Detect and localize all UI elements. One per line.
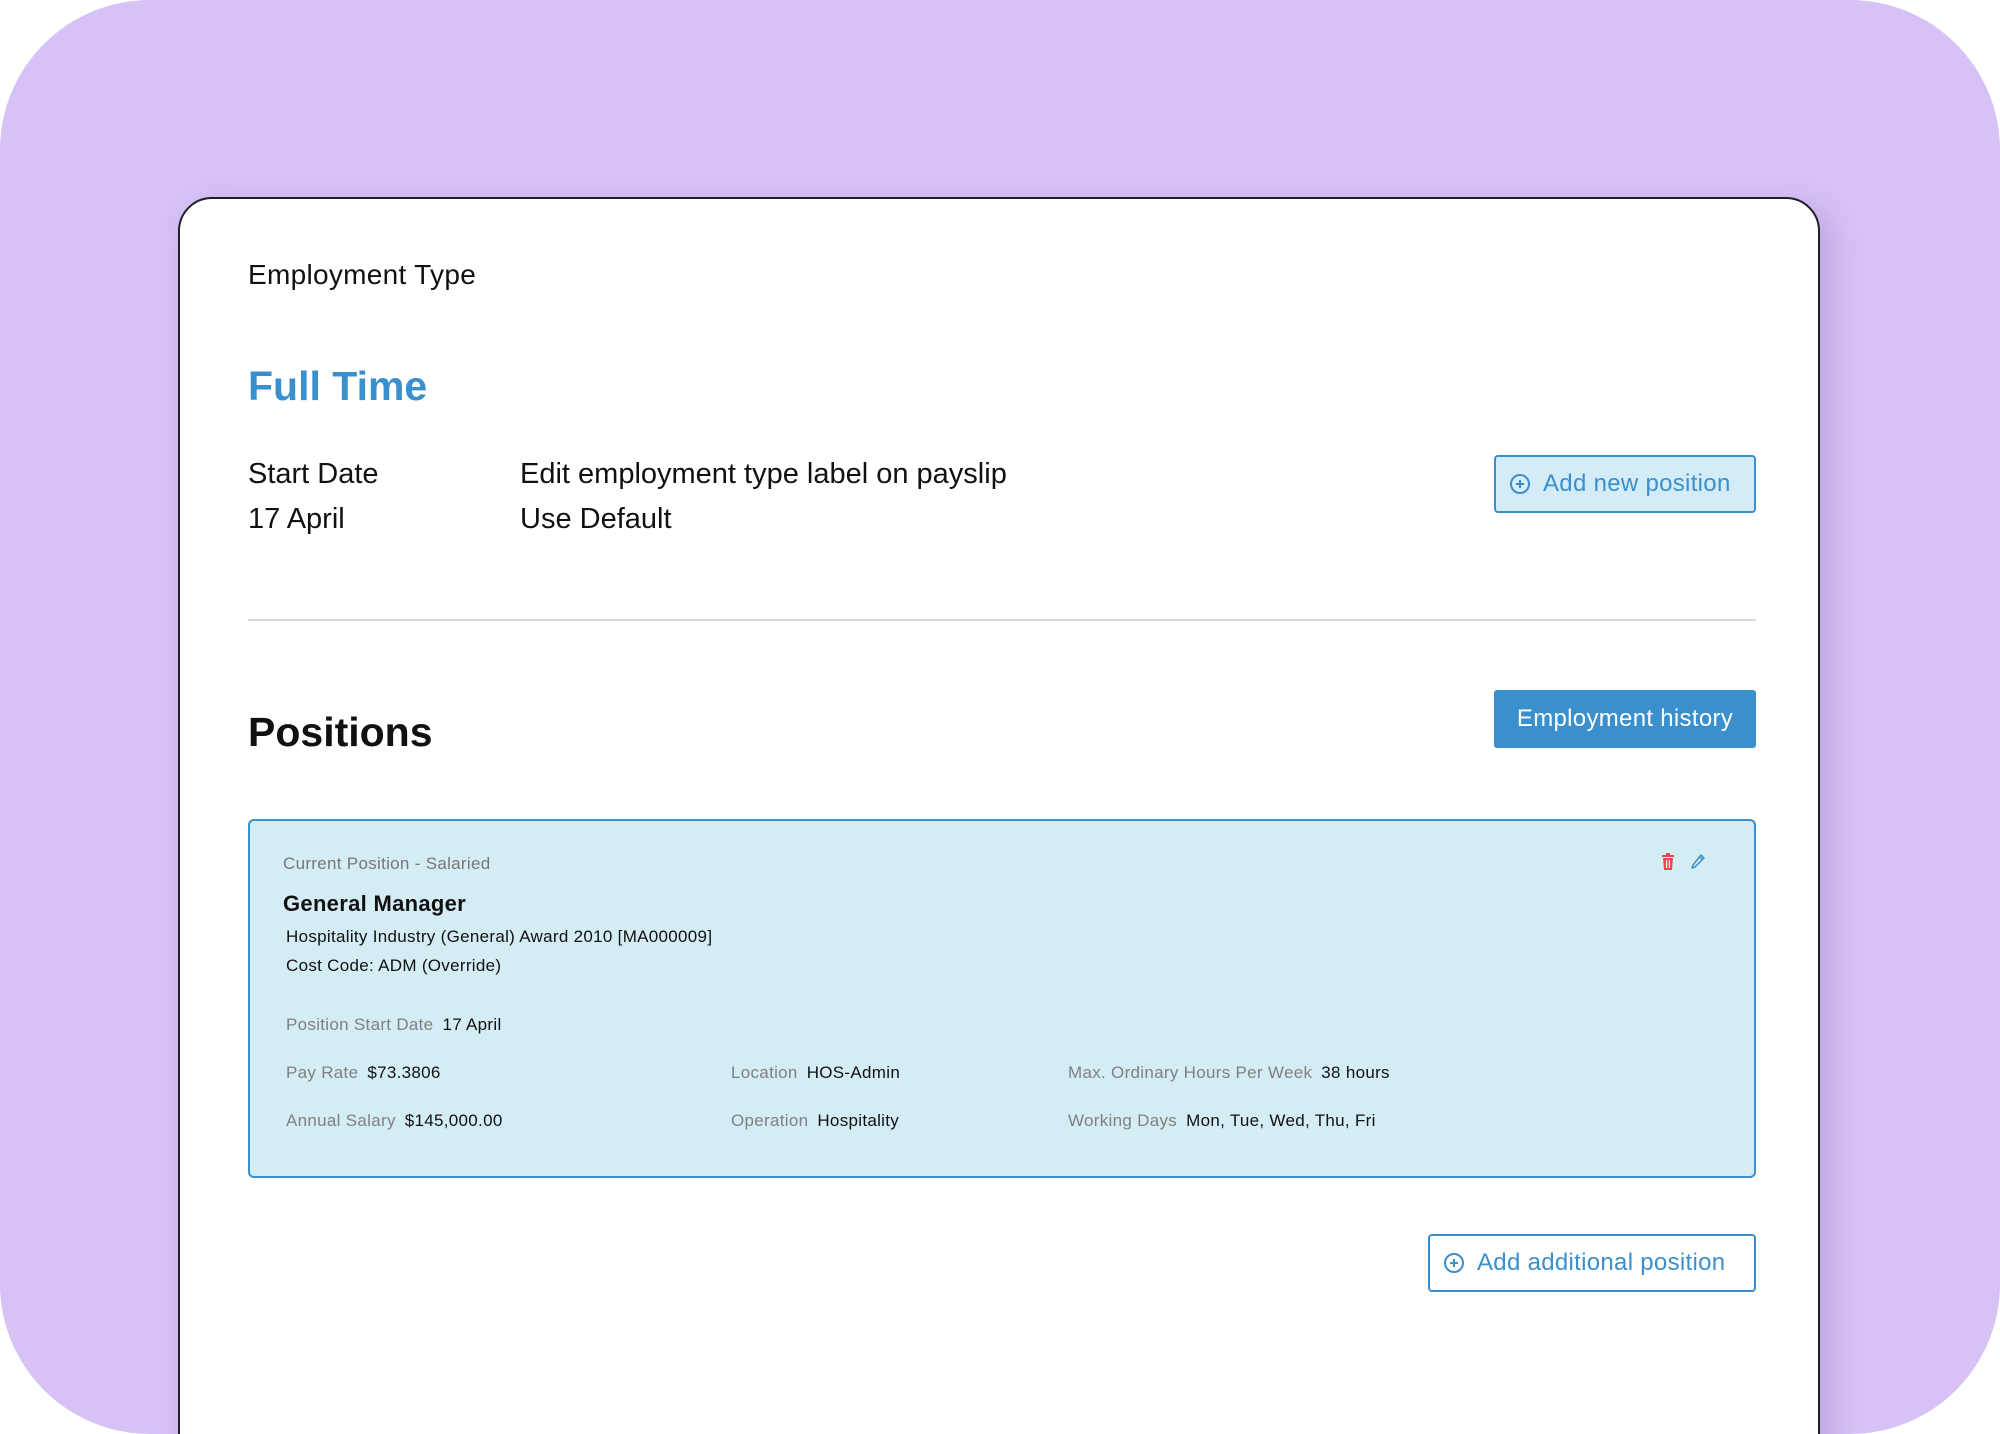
start-date-label: Start Date: [248, 458, 379, 490]
pay-rate-value: $73.3806: [367, 1063, 441, 1082]
working-days-value: Mon, Tue, Wed, Thu, Fri: [1186, 1111, 1376, 1130]
location-value: HOS-Admin: [806, 1063, 901, 1082]
payslip-label-value: Use Default: [520, 503, 672, 535]
plus-circle-icon: [1510, 474, 1530, 494]
location: Location HOS-Admin: [731, 1063, 900, 1083]
position-cost-code: Cost Code: ADM (Override): [286, 956, 502, 975]
employment-history-button[interactable]: Employment history: [1494, 690, 1756, 748]
position-start-date-label: Position Start Date: [286, 1015, 434, 1034]
start-date-value: 17 April: [248, 503, 345, 535]
employment-card: Employment Type Full Time Start Date 17 …: [178, 197, 1820, 1434]
position-start-date: Position Start Date 17 April: [286, 1015, 502, 1035]
add-new-position-button[interactable]: Add new position: [1494, 455, 1756, 513]
positions-title: Positions: [248, 709, 433, 755]
operation-value: Hospitality: [817, 1111, 900, 1130]
divider: [248, 619, 1756, 621]
position-start-date-value: 17 April: [442, 1015, 502, 1034]
operation-label: Operation: [731, 1111, 809, 1130]
max-hours-value: 38 hours: [1321, 1063, 1390, 1082]
position-title: General Manager: [283, 891, 467, 916]
section-label-employment-type: Employment Type: [248, 259, 477, 290]
add-additional-position-button[interactable]: Add additional position: [1428, 1234, 1756, 1292]
operation: Operation Hospitality: [731, 1111, 899, 1131]
annual-salary: Annual Salary $145,000.00: [286, 1111, 503, 1131]
add-additional-position-label: Add additional position: [1477, 1249, 1726, 1276]
trash-icon[interactable]: [1660, 853, 1676, 871]
annual-salary-value: $145,000.00: [404, 1111, 503, 1130]
max-hours-label: Max. Ordinary Hours Per Week: [1068, 1063, 1313, 1082]
position-kicker: Current Position - Salaried: [283, 854, 491, 873]
payslip-label-title: Edit employment type label on payslip: [520, 458, 1007, 490]
pay-rate: Pay Rate $73.3806: [286, 1063, 441, 1083]
add-new-position-label: Add new position: [1543, 470, 1731, 497]
pencil-icon[interactable]: [1690, 853, 1706, 871]
max-hours: Max. Ordinary Hours Per Week 38 hours: [1068, 1063, 1390, 1083]
working-days-label: Working Days: [1068, 1111, 1178, 1130]
working-days: Working Days Mon, Tue, Wed, Thu, Fri: [1068, 1111, 1376, 1131]
employment-type-value: Full Time: [248, 363, 428, 409]
plus-circle-icon: [1444, 1253, 1464, 1273]
current-position-card: Current Position - Salaried General Mana…: [248, 819, 1756, 1178]
annual-salary-label: Annual Salary: [286, 1111, 396, 1130]
backdrop: Employment Type Full Time Start Date 17 …: [0, 0, 2000, 1434]
location-label: Location: [731, 1063, 798, 1082]
pay-rate-label: Pay Rate: [286, 1063, 359, 1082]
position-award: Hospitality Industry (General) Award 201…: [286, 927, 713, 946]
